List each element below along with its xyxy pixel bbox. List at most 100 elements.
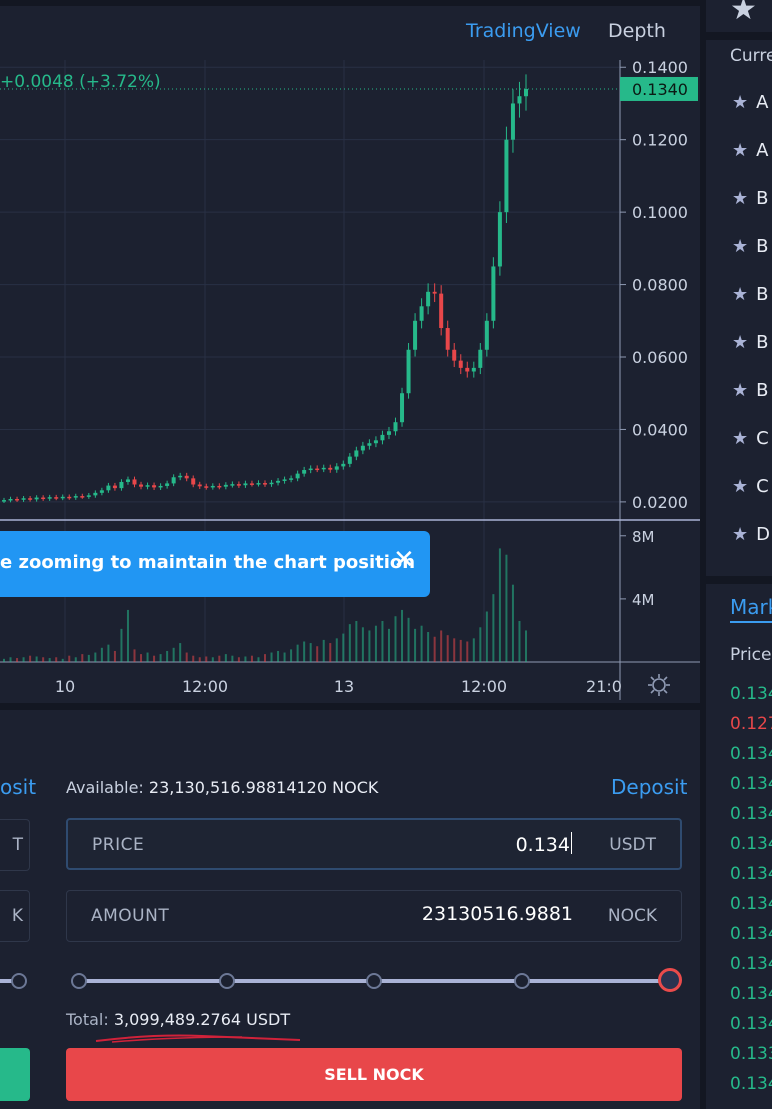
star-icon[interactable]: ★ [732, 524, 748, 545]
volume-bar [511, 584, 514, 662]
star-icon[interactable]: ★ [732, 140, 748, 161]
pair-row[interactable]: ★ B [732, 332, 769, 362]
slider-step-0[interactable] [71, 973, 87, 989]
tab-market-trades[interactable]: Mark [730, 595, 772, 619]
candle-body [471, 367, 476, 372]
buy-deposit-link[interactable]: osit [0, 775, 36, 799]
pair-row[interactable]: ★ B [732, 236, 769, 266]
tab-tradingview[interactable]: TradingView [466, 20, 581, 42]
volume-tick-label: 4M [632, 591, 655, 609]
candle-body [119, 481, 124, 489]
candle-body [34, 497, 39, 500]
price-input-value[interactable]: 0.134 [516, 832, 572, 856]
amount-field[interactable]: AMOUNT 23130516.9881 NOCK [66, 890, 682, 942]
candle-body [341, 463, 346, 467]
gear-icon[interactable] [646, 672, 672, 698]
volume-bar [3, 658, 5, 662]
volume-bar [153, 655, 156, 662]
volume-bar [35, 656, 38, 662]
volume-bar [387, 628, 390, 662]
candle-body [386, 431, 391, 435]
volume-bar [472, 638, 475, 662]
slider-step-75[interactable] [514, 973, 530, 989]
trade-row: 0.134 [730, 924, 772, 944]
buy-price-unit: T [12, 835, 23, 855]
sell-button[interactable]: SELL NOCK [66, 1048, 682, 1101]
slider-step-25[interactable] [219, 973, 235, 989]
pair-row[interactable]: ★ D [732, 524, 770, 554]
pair-name: B [756, 188, 769, 209]
tab-depth[interactable]: Depth [608, 20, 666, 42]
volume-bar [237, 657, 240, 662]
buy-button[interactable] [0, 1048, 30, 1101]
star-icon[interactable]: ★ [732, 380, 748, 401]
pair-row[interactable]: ★ A [732, 92, 768, 122]
favorites-star-icon[interactable]: ★ [730, 0, 757, 27]
pair-row[interactable]: ★ C [732, 476, 769, 506]
amount-input-value[interactable]: 23130516.9881 [422, 903, 573, 925]
pair-row[interactable]: ★ A [732, 140, 768, 170]
volume-bar [100, 647, 103, 662]
star-icon[interactable]: ★ [732, 188, 748, 209]
time-tick-label: 10 [55, 677, 75, 696]
star-icon[interactable]: ★ [732, 332, 748, 353]
volume-bar [270, 652, 273, 662]
candle-body [263, 483, 267, 485]
star-icon[interactable]: ★ [732, 236, 748, 257]
candle-body [452, 349, 457, 361]
pair-name: A [756, 92, 769, 113]
volume-bar [361, 627, 364, 662]
time-tick-label: 21:0 [586, 677, 622, 696]
deposit-link[interactable]: Deposit [611, 775, 687, 799]
candle-body [334, 466, 339, 470]
volume-bar [453, 638, 456, 662]
candle-body [93, 492, 98, 496]
pair-row[interactable]: ★ C [732, 428, 769, 458]
pair-row[interactable]: ★ B [732, 188, 769, 218]
volume-bar [140, 654, 143, 662]
pair-name: C [756, 428, 769, 449]
candle-body [380, 434, 385, 441]
candle-body [178, 475, 183, 478]
volume-bar [407, 617, 410, 662]
candle-body [125, 479, 130, 482]
available-balance: Available: 23,130,516.98814120 NOCK [66, 778, 378, 797]
trade-row: 0.134 [730, 1014, 772, 1034]
volume-bar [42, 657, 45, 662]
tab-underline [730, 621, 772, 623]
star-icon[interactable]: ★ [732, 92, 748, 113]
buy-slider-knob[interactable] [11, 973, 27, 989]
price-change-label: +0.0048 (+3.72%) [0, 72, 161, 92]
volume-bar [107, 644, 110, 662]
slider-handle[interactable] [658, 968, 682, 992]
zoom-notice-text: e zooming to maintain the chart position [0, 552, 416, 573]
buy-amount-field[interactable]: K [0, 890, 30, 942]
close-icon[interactable]: ✕ [393, 545, 415, 575]
candle-body [458, 360, 463, 368]
candle-body [276, 480, 281, 483]
volume-bar [525, 630, 527, 662]
pair-row[interactable]: ★ B [732, 380, 769, 410]
price-field[interactable]: PRICE 0.134 USDT [66, 818, 682, 870]
buy-price-field[interactable]: T [0, 819, 30, 871]
pair-row[interactable]: ★ B [732, 284, 769, 314]
star-icon[interactable]: ★ [732, 284, 748, 305]
volume-bar [198, 657, 201, 662]
slider-step-50[interactable] [366, 973, 382, 989]
candle-body [191, 478, 196, 485]
price-chart[interactable]: 0.1400 0.1200 0.1000 0.0800 0.0600 0.0400 0.02… [0, 0, 700, 703]
volume-bar [348, 624, 351, 662]
amount-label: AMOUNT [91, 906, 170, 926]
candle-body [360, 445, 365, 451]
trade-row: 0.134 [730, 774, 772, 794]
candle-body [165, 483, 170, 486]
candle-body [321, 467, 326, 470]
volume-bar [498, 548, 501, 662]
candle-body [236, 484, 241, 486]
candle-body [524, 88, 528, 97]
candle-body [497, 212, 502, 267]
star-icon[interactable]: ★ [732, 476, 748, 497]
star-icon[interactable]: ★ [732, 428, 748, 449]
volume-bar [414, 628, 417, 662]
volume-bar [218, 655, 221, 662]
